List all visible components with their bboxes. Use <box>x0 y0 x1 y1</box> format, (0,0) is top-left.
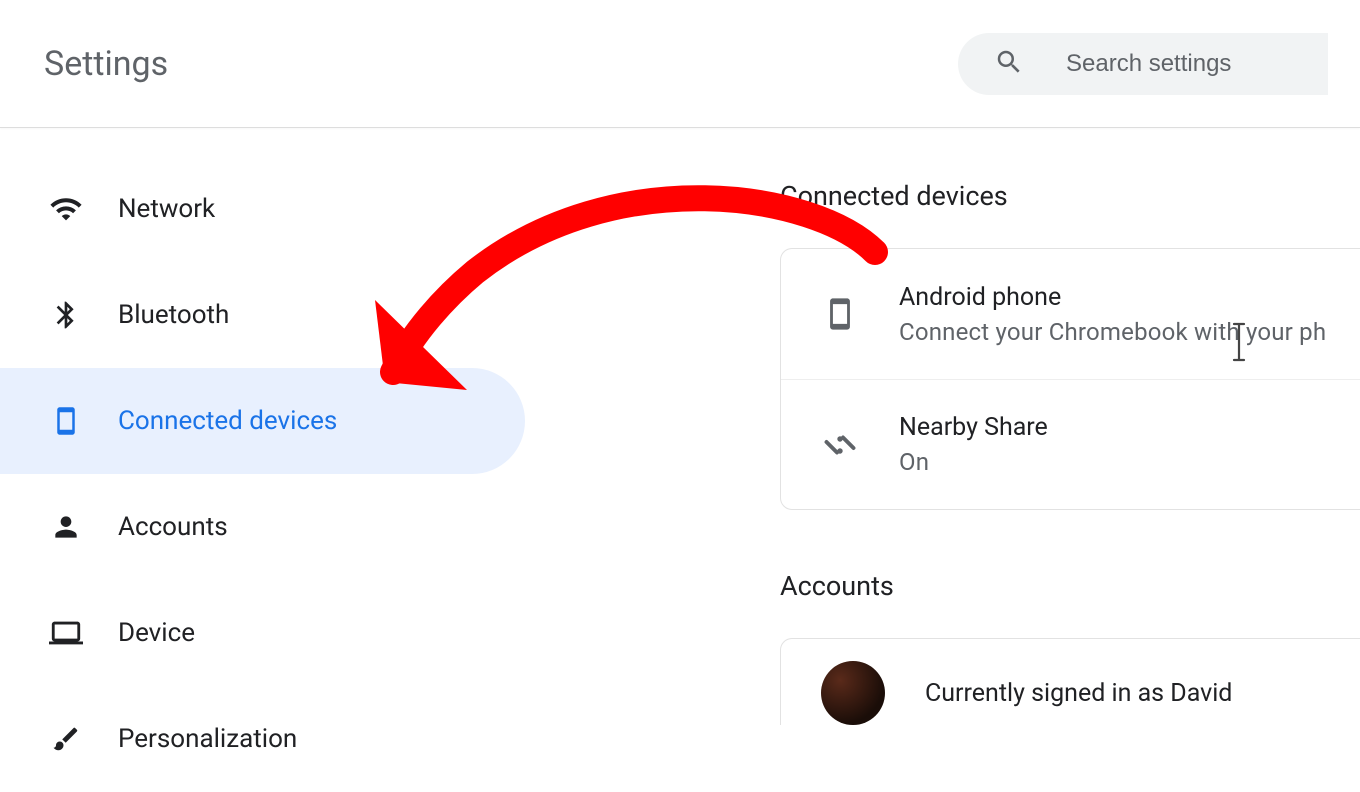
sidebar-item-connected-devices[interactable]: Connected devices <box>0 368 525 474</box>
sidebar-item-label: Device <box>118 618 195 648</box>
sidebar-item-label: Bluetooth <box>118 300 229 330</box>
phone-icon <box>48 403 84 439</box>
sidebar-item-label: Connected devices <box>118 406 337 436</box>
sidebar-item-bluetooth[interactable]: Bluetooth <box>0 262 525 368</box>
nearby-share-status: On <box>899 448 1048 476</box>
nearby-share-row[interactable]: Nearby Share On <box>781 379 1360 509</box>
app-header: Settings <box>0 0 1360 128</box>
sidebar-item-label: Personalization <box>118 724 297 754</box>
sidebar-item-accounts[interactable]: Accounts <box>0 474 525 580</box>
accounts-card[interactable]: Currently signed in as David <box>780 638 1360 725</box>
wifi-icon <box>48 191 84 227</box>
main-layout: Network Bluetooth Connected devices Acco… <box>0 128 1360 765</box>
brush-icon <box>48 721 84 757</box>
row-text: Nearby Share On <box>899 413 1048 476</box>
section-title-connected-devices: Connected devices <box>780 180 1360 212</box>
nearby-share-title: Nearby Share <box>899 413 1048 442</box>
sidebar-item-network[interactable]: Network <box>0 156 525 262</box>
signed-in-text: Currently signed in as David <box>925 679 1232 708</box>
search-icon <box>994 47 1024 81</box>
connected-devices-card: Android phone Connect your Chromebook wi… <box>780 248 1360 510</box>
laptop-icon <box>48 615 84 651</box>
phone-icon <box>821 295 859 333</box>
connected-devices-section: Connected devices Android phone Connect … <box>780 180 1360 510</box>
section-title-accounts: Accounts <box>780 570 1360 602</box>
search-container[interactable] <box>958 33 1328 95</box>
android-phone-subtitle: Connect your Chromebook with your ph <box>899 318 1326 346</box>
main-content: Connected devices Android phone Connect … <box>540 128 1360 765</box>
person-icon <box>48 509 84 545</box>
sidebar-item-personalization[interactable]: Personalization <box>0 686 525 792</box>
sidebar-nav: Network Bluetooth Connected devices Acco… <box>0 128 540 765</box>
search-input[interactable] <box>1066 50 1292 78</box>
android-phone-title: Android phone <box>899 283 1326 312</box>
android-phone-row[interactable]: Android phone Connect your Chromebook wi… <box>781 249 1360 379</box>
sidebar-item-device[interactable]: Device <box>0 580 525 686</box>
accounts-section: Accounts Currently signed in as David <box>780 570 1360 725</box>
row-text: Android phone Connect your Chromebook wi… <box>899 283 1326 346</box>
sidebar-item-label: Accounts <box>118 512 228 542</box>
avatar <box>821 661 885 725</box>
sidebar-item-label: Network <box>118 194 215 224</box>
page-title: Settings <box>44 44 168 84</box>
bluetooth-icon <box>48 297 84 333</box>
nearby-share-icon <box>821 426 859 464</box>
